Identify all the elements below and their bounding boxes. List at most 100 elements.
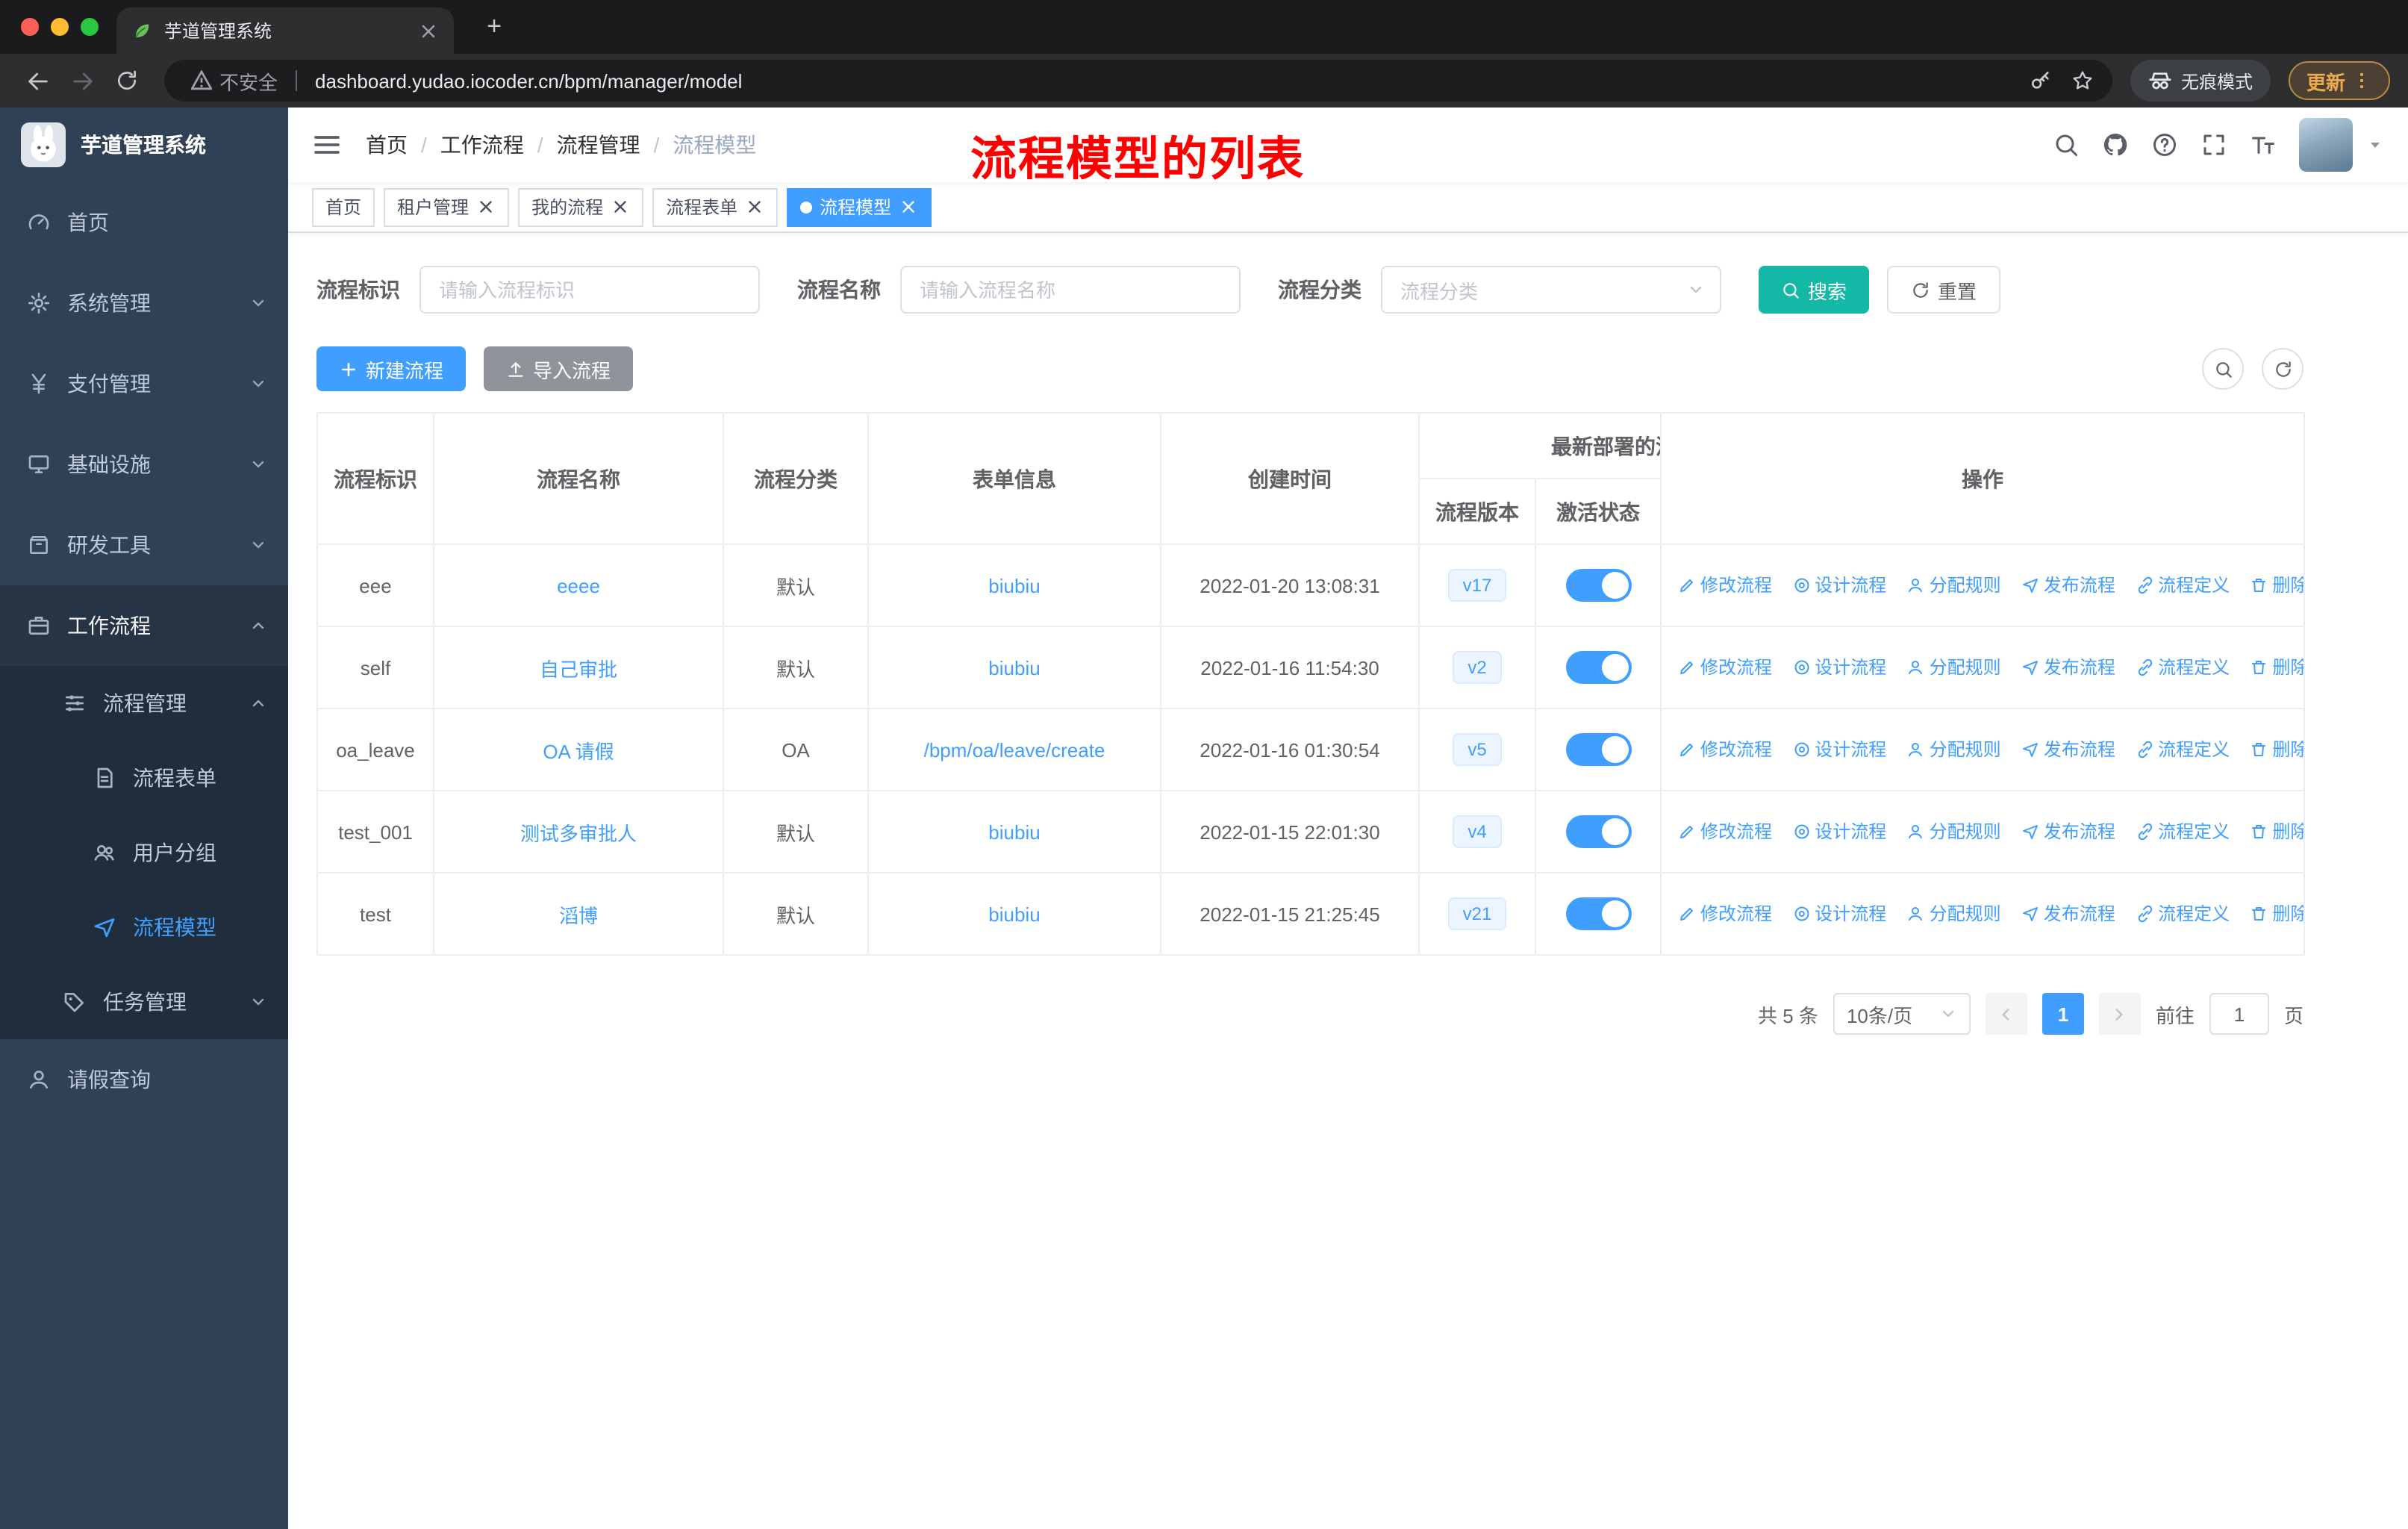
action-delete-link[interactable]: 删除	[2250, 819, 2303, 844]
action-delete-link[interactable]: 删除	[2250, 737, 2303, 762]
app-logo[interactable]: 芋道管理系统	[0, 108, 288, 182]
search-icon[interactable]	[2053, 131, 2080, 158]
form-link[interactable]: biubiu	[988, 903, 1040, 925]
minimize-window-button[interactable]	[51, 18, 69, 36]
help-icon[interactable]	[2151, 131, 2178, 158]
hamburger-icon[interactable]	[312, 130, 342, 160]
active-toggle[interactable]	[1565, 733, 1631, 766]
github-icon[interactable]	[2102, 131, 2129, 158]
process-name-link[interactable]: OA 请假	[543, 740, 614, 762]
password-key-icon[interactable]	[2029, 69, 2053, 93]
active-toggle[interactable]	[1565, 651, 1631, 684]
security-status[interactable]: 不安全	[182, 66, 278, 95]
version-tag[interactable]: v17	[1447, 568, 1507, 602]
action-assign-link[interactable]: 分配规则	[1907, 819, 2001, 844]
form-link[interactable]: biubiu	[988, 656, 1040, 679]
close-icon[interactable]	[476, 197, 496, 217]
sidebar-item-workflow[interactable]: 工作流程	[0, 585, 288, 666]
sidebar-item-system-management[interactable]: 系统管理	[0, 263, 288, 343]
breadcrumb-item[interactable]: 工作流程	[440, 130, 524, 160]
close-icon[interactable]	[611, 197, 630, 217]
tag-tenant-management[interactable]: 租户管理	[384, 187, 510, 226]
action-definition-link[interactable]: 流程定义	[2136, 901, 2230, 927]
close-icon[interactable]	[899, 197, 918, 217]
sidebar-item-payment-management[interactable]: 支付管理	[0, 343, 288, 424]
forward-button[interactable]	[63, 61, 102, 100]
action-assign-link[interactable]: 分配规则	[1907, 737, 2001, 762]
tag-my-process[interactable]: 我的流程	[518, 187, 644, 226]
reload-button[interactable]	[107, 61, 146, 100]
active-toggle[interactable]	[1565, 569, 1631, 602]
new-tab-button[interactable]: +	[478, 10, 511, 43]
toggle-search-button[interactable]	[2202, 348, 2244, 390]
sidebar-item-task-management[interactable]: 任务管理	[0, 965, 288, 1039]
sidebar-item-devtools[interactable]: 研发工具	[0, 505, 288, 585]
refresh-table-button[interactable]	[2262, 348, 2303, 390]
sidebar-item-process-form[interactable]: 流程表单	[0, 741, 288, 815]
close-icon[interactable]	[745, 197, 764, 217]
action-edit-link[interactable]: 修改流程	[1678, 573, 1772, 598]
action-definition-link[interactable]: 流程定义	[2136, 573, 2230, 598]
version-tag[interactable]: v2	[1453, 650, 1502, 685]
tag-process-form[interactable]: 流程表单	[652, 187, 779, 226]
process-name-link[interactable]: 滔博	[559, 904, 598, 927]
fullscreen-icon[interactable]	[2200, 131, 2227, 158]
close-window-button[interactable]	[21, 18, 39, 36]
action-design-link[interactable]: 设计流程	[1792, 573, 1886, 598]
tag-home[interactable]: 首页	[312, 187, 375, 226]
goto-page-input[interactable]	[2209, 993, 2269, 1035]
process-category-select[interactable]: 流程分类	[1381, 266, 1721, 314]
action-delete-link[interactable]: 删除	[2250, 901, 2303, 927]
breadcrumb-item[interactable]: 流程管理	[557, 130, 640, 160]
form-link[interactable]: /bpm/oa/leave/create	[924, 738, 1105, 761]
sidebar-item-process-management[interactable]: 流程管理	[0, 666, 288, 741]
process-name-input[interactable]	[900, 266, 1241, 314]
page-number-button[interactable]: 1	[2042, 993, 2084, 1035]
version-tag[interactable]: v4	[1453, 815, 1502, 849]
action-edit-link[interactable]: 修改流程	[1678, 737, 1772, 762]
action-design-link[interactable]: 设计流程	[1792, 655, 1886, 680]
tag-process-model[interactable]: 流程模型	[787, 187, 932, 226]
active-toggle[interactable]	[1565, 897, 1631, 930]
zoom-window-button[interactable]	[81, 18, 99, 36]
process-name-link[interactable]: eeee	[557, 574, 600, 597]
url-text[interactable]: dashboard.yudao.iocoder.cn/bpm/manager/m…	[315, 69, 2021, 92]
action-assign-link[interactable]: 分配规则	[1907, 901, 2001, 927]
import-process-button[interactable]: 导入流程	[484, 346, 634, 391]
action-design-link[interactable]: 设计流程	[1792, 737, 1886, 762]
sidebar-item-leave-query[interactable]: 请假查询	[0, 1039, 288, 1120]
search-button[interactable]: 搜索	[1759, 266, 1870, 314]
browser-tab[interactable]: 芋道管理系统	[116, 7, 454, 54]
sidebar-item-user-group[interactable]: 用户分组	[0, 815, 288, 890]
process-id-input[interactable]	[419, 266, 760, 314]
action-publish-link[interactable]: 发布流程	[2021, 819, 2115, 844]
process-name-link[interactable]: 测试多审批人	[520, 822, 637, 844]
caret-down-icon[interactable]	[2366, 136, 2384, 154]
version-tag[interactable]: v21	[1447, 897, 1507, 931]
action-definition-link[interactable]: 流程定义	[2136, 819, 2230, 844]
action-edit-link[interactable]: 修改流程	[1678, 819, 1772, 844]
action-definition-link[interactable]: 流程定义	[2136, 655, 2230, 680]
tab-close-icon[interactable]	[418, 20, 439, 41]
back-button[interactable]	[18, 61, 57, 100]
sidebar-item-infrastructure[interactable]: 基础设施	[0, 424, 288, 505]
breadcrumb-item[interactable]: 首页	[366, 130, 408, 160]
action-definition-link[interactable]: 流程定义	[2136, 737, 2230, 762]
action-publish-link[interactable]: 发布流程	[2021, 737, 2115, 762]
user-avatar[interactable]	[2299, 118, 2353, 172]
action-edit-link[interactable]: 修改流程	[1678, 901, 1772, 927]
address-bar[interactable]: 不安全 dashboard.yudao.iocoder.cn/bpm/manag…	[164, 60, 2112, 102]
browser-menu-icon[interactable]	[2351, 70, 2372, 91]
form-link[interactable]: biubiu	[988, 574, 1040, 597]
browser-update-button[interactable]: 更新	[2288, 61, 2390, 100]
action-delete-link[interactable]: 删除	[2250, 655, 2303, 680]
create-process-button[interactable]: 新建流程	[316, 346, 467, 391]
action-design-link[interactable]: 设计流程	[1792, 819, 1886, 844]
version-tag[interactable]: v5	[1453, 732, 1502, 767]
sidebar-item-process-model[interactable]: 流程模型	[0, 890, 288, 965]
process-name-link[interactable]: 自己审批	[540, 658, 617, 680]
action-publish-link[interactable]: 发布流程	[2021, 901, 2115, 927]
prev-page-button[interactable]	[1985, 993, 2027, 1035]
action-publish-link[interactable]: 发布流程	[2021, 655, 2115, 680]
active-toggle[interactable]	[1565, 815, 1631, 848]
